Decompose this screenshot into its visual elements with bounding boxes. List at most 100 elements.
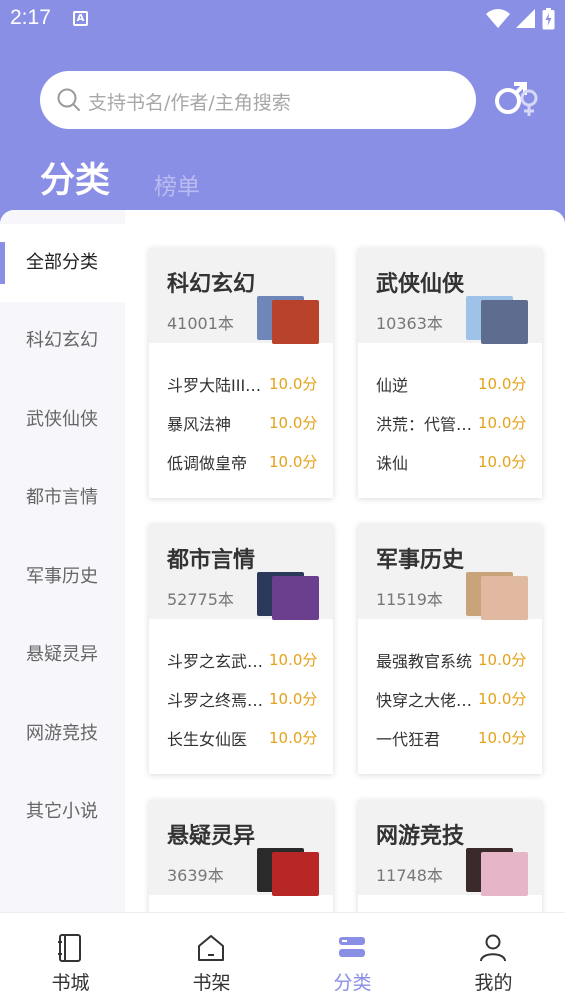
book-cover [481, 852, 528, 896]
sidebar-item-all[interactable]: 全部分类 [0, 224, 125, 302]
category-card[interactable]: 科幻玄幻 41001本 斗罗大陆III龙王传说10.0分 暴风法神10.0分 低… [149, 248, 333, 498]
wifi-icon [486, 9, 510, 28]
gender-switch-icon[interactable] [492, 79, 542, 119]
book-score: 10.0分 [269, 729, 318, 747]
book-cover [272, 576, 319, 620]
book-row[interactable]: 斗罗之玄武神魂10.0分 [167, 648, 323, 672]
status-icons [486, 8, 555, 30]
card-count: 41001本 [167, 314, 234, 333]
a-notification-icon: A [73, 11, 88, 26]
card-title: 武侠仙侠 [376, 272, 465, 297]
card-title: 都市言情 [167, 548, 256, 573]
tab-category[interactable]: 分类 [40, 152, 110, 203]
nav-label: 书架 [192, 972, 231, 994]
card-count: 11748本 [376, 866, 443, 885]
book-row[interactable]: 洪荒：代管截教10.0分 [376, 411, 532, 435]
book-name: 斗罗之玄武神魂 [167, 652, 265, 671]
card-title: 悬疑灵异 [167, 824, 256, 849]
card-header: 科幻玄幻 41001本 [149, 248, 333, 344]
sidebar-item-scifi-fantasy[interactable]: 科幻玄幻 [0, 302, 125, 380]
book-name: 斗罗之终焉魔王 [167, 691, 265, 710]
category-sidebar: 全部分类 科幻玄幻 武侠仙侠 都市言情 军事历史 悬疑灵异 网游竞技 其它小说 [0, 210, 125, 1004]
battery-icon [542, 8, 555, 30]
nav-mine[interactable]: 我的 [423, 913, 564, 1004]
card-header: 军事历史 11519本 [358, 524, 542, 620]
book-score: 10.0分 [269, 690, 318, 708]
book-name: 暴风法神 [167, 415, 232, 434]
nav-category[interactable]: 分类 [282, 913, 423, 1004]
book-row[interactable]: 斗罗之终焉魔王10.0分 [167, 687, 323, 711]
signal-icon [516, 9, 535, 28]
category-card[interactable]: 军事历史 11519本 最强教官系统10.0分 快穿之大佬又疯了10.0分 一代… [358, 524, 542, 774]
card-title: 科幻玄幻 [167, 272, 256, 297]
status-bar: 2:17 A [0, 0, 565, 40]
book-score: 10.0分 [269, 651, 318, 669]
content-panel: 全部分类 科幻玄幻 武侠仙侠 都市言情 军事历史 悬疑灵异 网游竞技 其它小说 … [0, 210, 565, 1004]
book-score: 10.0分 [269, 375, 318, 393]
category-card[interactable]: 都市言情 52775本 斗罗之玄武神魂10.0分 斗罗之终焉魔王10.0分 长生… [149, 524, 333, 774]
book-name: 诛仙 [376, 454, 409, 473]
book-icon [58, 934, 81, 962]
status-time: 2:17 [10, 6, 51, 29]
book-name: 一代狂君 [376, 730, 441, 749]
book-row[interactable]: 长生女仙医 10.0分 [167, 726, 323, 750]
sidebar-item-gaming[interactable]: 网游竞技 [0, 695, 125, 773]
book-score: 10.0分 [269, 414, 318, 432]
book-score: 10.0分 [478, 453, 527, 471]
card-count: 52775本 [167, 590, 234, 609]
book-name: 最强教官系统 [376, 652, 473, 671]
book-cover [272, 852, 319, 896]
nav-label: 我的 [474, 972, 513, 994]
bottom-nav: 书城 书架 分类 我的 [0, 912, 565, 1004]
card-header: 悬疑灵异 3639本 [149, 800, 333, 896]
book-score: 10.0分 [478, 729, 527, 747]
tab-ranking[interactable]: 榜单 [154, 167, 200, 201]
card-title: 网游竞技 [376, 824, 465, 849]
book-score: 10.0分 [478, 690, 527, 708]
sidebar-item-wuxia[interactable]: 武侠仙侠 [0, 381, 125, 459]
card-count: 3639本 [167, 866, 224, 885]
book-row[interactable]: 低调做皇帝 10.0分 [167, 450, 323, 474]
book-row[interactable]: 斗罗大陆III龙王传说10.0分 [167, 372, 323, 396]
sidebar-item-military-history[interactable]: 军事历史 [0, 538, 125, 616]
person-icon [480, 934, 506, 962]
category-card[interactable]: 武侠仙侠 10363本 仙逆10.0分 洪荒：代管截教10.0分 诛仙10.0分 [358, 248, 542, 498]
nav-label: 分类 [333, 972, 372, 994]
nav-label: 书城 [51, 972, 90, 994]
book-name: 仙逆 [376, 376, 409, 395]
search-bar[interactable]: 支持书名/作者/主角搜索 [40, 71, 476, 129]
nav-bookshelf[interactable]: 书架 [141, 913, 282, 1004]
book-row[interactable]: 暴风法神 10.0分 [167, 411, 323, 435]
book-cover [272, 300, 319, 344]
category-icon [339, 937, 365, 957]
book-cover [481, 576, 528, 620]
book-name: 洪荒：代管截教 [376, 415, 474, 434]
search-placeholder: 支持书名/作者/主角搜索 [88, 92, 291, 114]
card-header: 武侠仙侠 10363本 [358, 248, 542, 344]
book-row[interactable]: 仙逆 10.0分 [376, 372, 532, 396]
book-name: 低调做皇帝 [167, 454, 248, 473]
book-score: 10.0分 [478, 651, 527, 669]
house-icon [198, 935, 224, 961]
card-count: 10363本 [376, 314, 443, 333]
book-cover [481, 300, 528, 344]
sidebar-item-other[interactable]: 其它小说 [0, 773, 125, 851]
book-row[interactable]: 诛仙 10.0分 [376, 450, 532, 474]
book-name: 斗罗大陆III龙王传说 [167, 376, 265, 395]
book-name: 快穿之大佬又疯了 [376, 691, 474, 710]
card-header: 都市言情 52775本 [149, 524, 333, 620]
search-icon [57, 88, 80, 111]
sidebar-item-mystery[interactable]: 悬疑灵异 [0, 616, 125, 694]
book-row[interactable]: 最强教官系统 10.0分 [376, 648, 532, 672]
book-score: 10.0分 [269, 453, 318, 471]
card-header: 网游竞技 11748本 [358, 800, 542, 896]
sidebar-item-urban-romance[interactable]: 都市言情 [0, 459, 125, 537]
nav-bookstore[interactable]: 书城 [0, 913, 141, 1004]
book-name: 长生女仙医 [167, 730, 248, 749]
book-row[interactable]: 一代狂君 10.0分 [376, 726, 532, 750]
book-score: 10.0分 [478, 375, 527, 393]
book-score: 10.0分 [478, 414, 527, 432]
book-row[interactable]: 快穿之大佬又疯了10.0分 [376, 687, 532, 711]
card-count: 11519本 [376, 590, 443, 609]
card-title: 军事历史 [376, 548, 465, 573]
